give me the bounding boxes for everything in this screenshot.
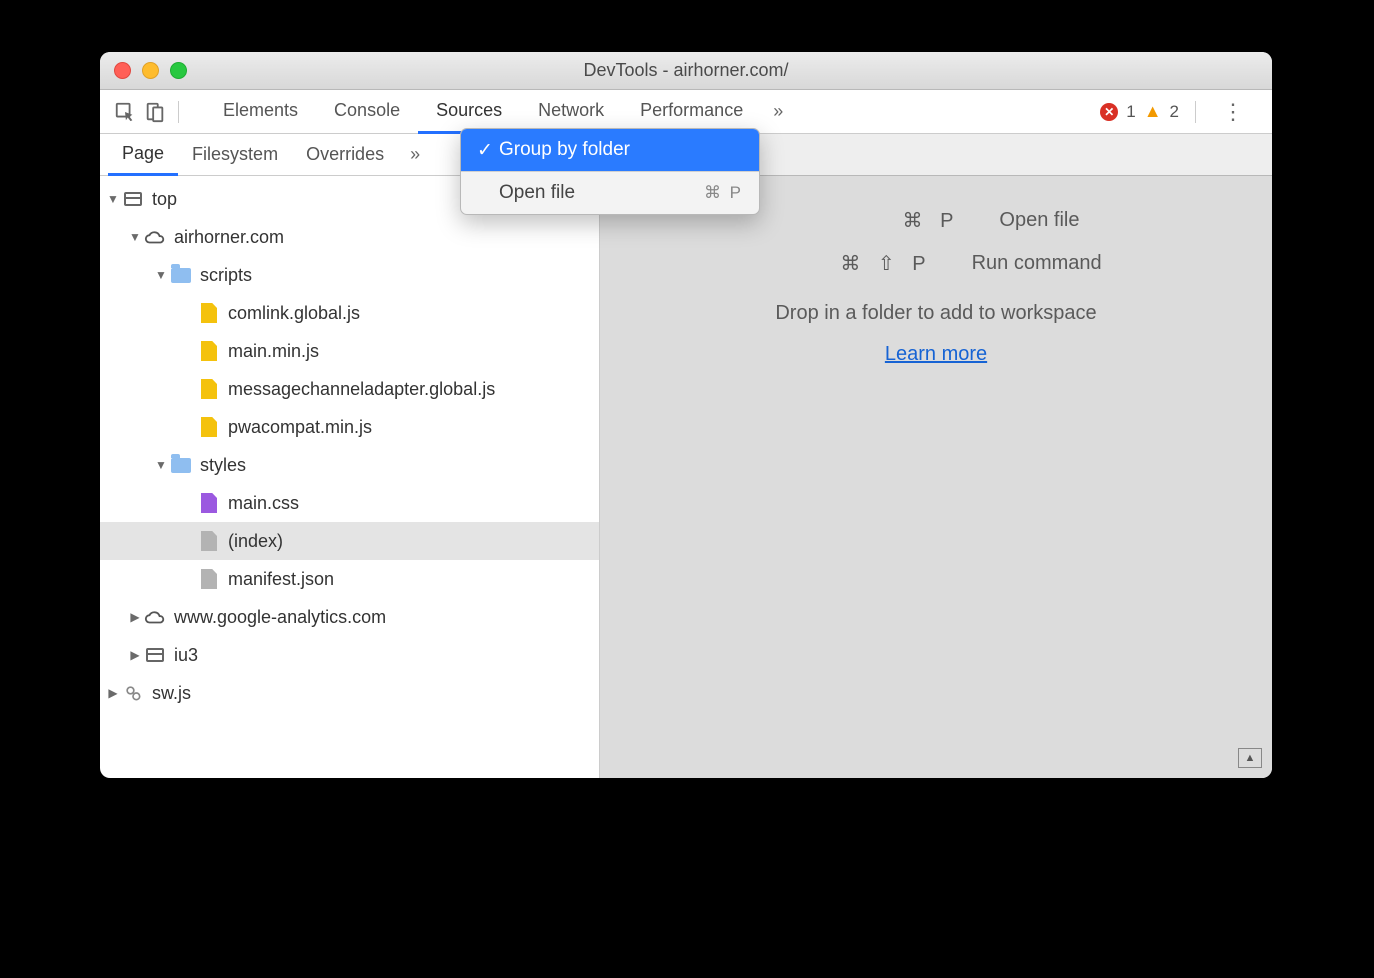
disclosure-icon[interactable] [106,686,120,700]
error-count: 1 [1126,102,1135,122]
drop-hint-text: Drop in a folder to add to workspace [600,302,1272,325]
navigator-pane: Page Filesystem Overrides » ⋮ top airhor… [100,134,600,778]
tree-label: top [152,189,177,210]
subtab-overrides[interactable]: Overrides [292,135,398,174]
subtabs-overflow-icon[interactable]: » [398,144,432,165]
tree-label: comlink.global.js [228,303,360,324]
tree-label: messagechanneladapter.global.js [228,379,495,400]
tree-node-file-selected[interactable]: (index) [100,522,599,560]
inspect-element-icon[interactable] [110,97,140,127]
error-warning-counts[interactable]: ✕ 1 ▲ 2 ⋮ [1100,99,1262,125]
disclosure-icon[interactable] [128,230,142,244]
tree-label: scripts [200,265,252,286]
error-icon: ✕ [1100,103,1118,121]
js-file-icon [198,340,220,362]
tab-console[interactable]: Console [316,90,418,134]
tree-node-domain[interactable]: airhorner.com [100,218,599,256]
tree-label: airhorner.com [174,227,284,248]
disclosure-icon[interactable] [154,268,168,282]
menu-item-group-by-folder[interactable]: ✓ Group by folder [461,129,759,171]
js-file-icon [198,416,220,438]
shortcut-keys: ⌘ P [903,208,960,233]
shortcut-keys: ⌘ ⇧ P [840,251,931,276]
hint-label: Open file [999,209,1079,232]
titlebar: DevTools - airhorner.com/ [100,52,1272,90]
device-toggle-icon[interactable] [140,97,170,127]
tree-label: main.css [228,493,299,514]
gear-icon [122,682,144,704]
js-file-icon [198,302,220,324]
disclosure-icon[interactable] [154,458,168,472]
menu-item-label: Open file [499,182,575,204]
tree-node-file[interactable]: main.min.js [100,332,599,370]
editor-pane: ⌘ P Open file ⌘ ⇧ P Run command Drop in … [600,134,1272,778]
devtools-body: Page Filesystem Overrides » ⋮ top airhor… [100,134,1272,778]
subtab-page[interactable]: Page [108,134,178,176]
tree-label: pwacompat.min.js [228,417,372,438]
cloud-icon [144,606,166,628]
frame-icon [122,188,144,210]
tab-network[interactable]: Network [520,90,622,134]
hint-label: Run command [972,252,1102,275]
warning-icon: ▲ [1144,101,1162,122]
disclosure-icon[interactable] [106,192,120,206]
file-icon [198,568,220,590]
settings-menu-icon[interactable]: ⋮ [1212,99,1254,125]
tree-label: main.min.js [228,341,319,362]
tree-label: manifest.json [228,569,334,590]
tree-node-frame[interactable]: iu3 [100,636,599,674]
separator [1195,101,1196,123]
tree-label: styles [200,455,246,476]
separator [178,101,179,123]
tree-node-styles-folder[interactable]: styles [100,446,599,484]
disclosure-icon[interactable] [128,610,142,624]
warning-count: 2 [1170,102,1179,122]
tree-label: sw.js [152,683,191,704]
tree-node-file[interactable]: manifest.json [100,560,599,598]
file-tree: top airhorner.com scripts comlink.global… [100,176,599,778]
subtab-filesystem[interactable]: Filesystem [178,135,292,174]
tree-node-file[interactable]: pwacompat.min.js [100,408,599,446]
tree-label: (index) [228,531,283,552]
tree-label: iu3 [174,645,198,666]
disclosure-icon[interactable] [128,648,142,662]
tree-node-file[interactable]: messagechanneladapter.global.js [100,370,599,408]
window-title: DevTools - airhorner.com/ [100,60,1272,81]
tab-elements[interactable]: Elements [205,90,316,134]
css-file-icon [198,492,220,514]
toggle-drawer-icon[interactable]: ▲ [1238,748,1262,768]
tree-node-scripts-folder[interactable]: scripts [100,256,599,294]
menu-item-shortcut: ⌘ P [704,183,743,203]
hint-run-command: ⌘ ⇧ P Run command [600,251,1272,276]
cloud-icon [144,226,166,248]
tab-sources[interactable]: Sources [418,90,520,134]
main-tabs: Elements Console Sources Network Perform… [205,90,761,134]
tab-performance[interactable]: Performance [622,90,761,134]
context-menu: ✓ Group by folder Open file ⌘ P [460,128,760,215]
file-icon [198,530,220,552]
tree-node-service-worker[interactable]: sw.js [100,674,599,712]
learn-more-link[interactable]: Learn more [885,343,987,366]
tree-node-domain[interactable]: www.google-analytics.com [100,598,599,636]
frame-icon [144,644,166,666]
js-file-icon [198,378,220,400]
tabs-overflow-icon[interactable]: » [761,101,795,122]
menu-item-open-file[interactable]: Open file ⌘ P [461,172,759,214]
tree-node-file[interactable]: main.css [100,484,599,522]
check-icon: ✓ [477,139,499,162]
folder-icon [170,264,192,286]
tree-label: www.google-analytics.com [174,607,386,628]
folder-icon [170,454,192,476]
tree-node-file[interactable]: comlink.global.js [100,294,599,332]
menu-item-label: Group by folder [499,139,630,161]
